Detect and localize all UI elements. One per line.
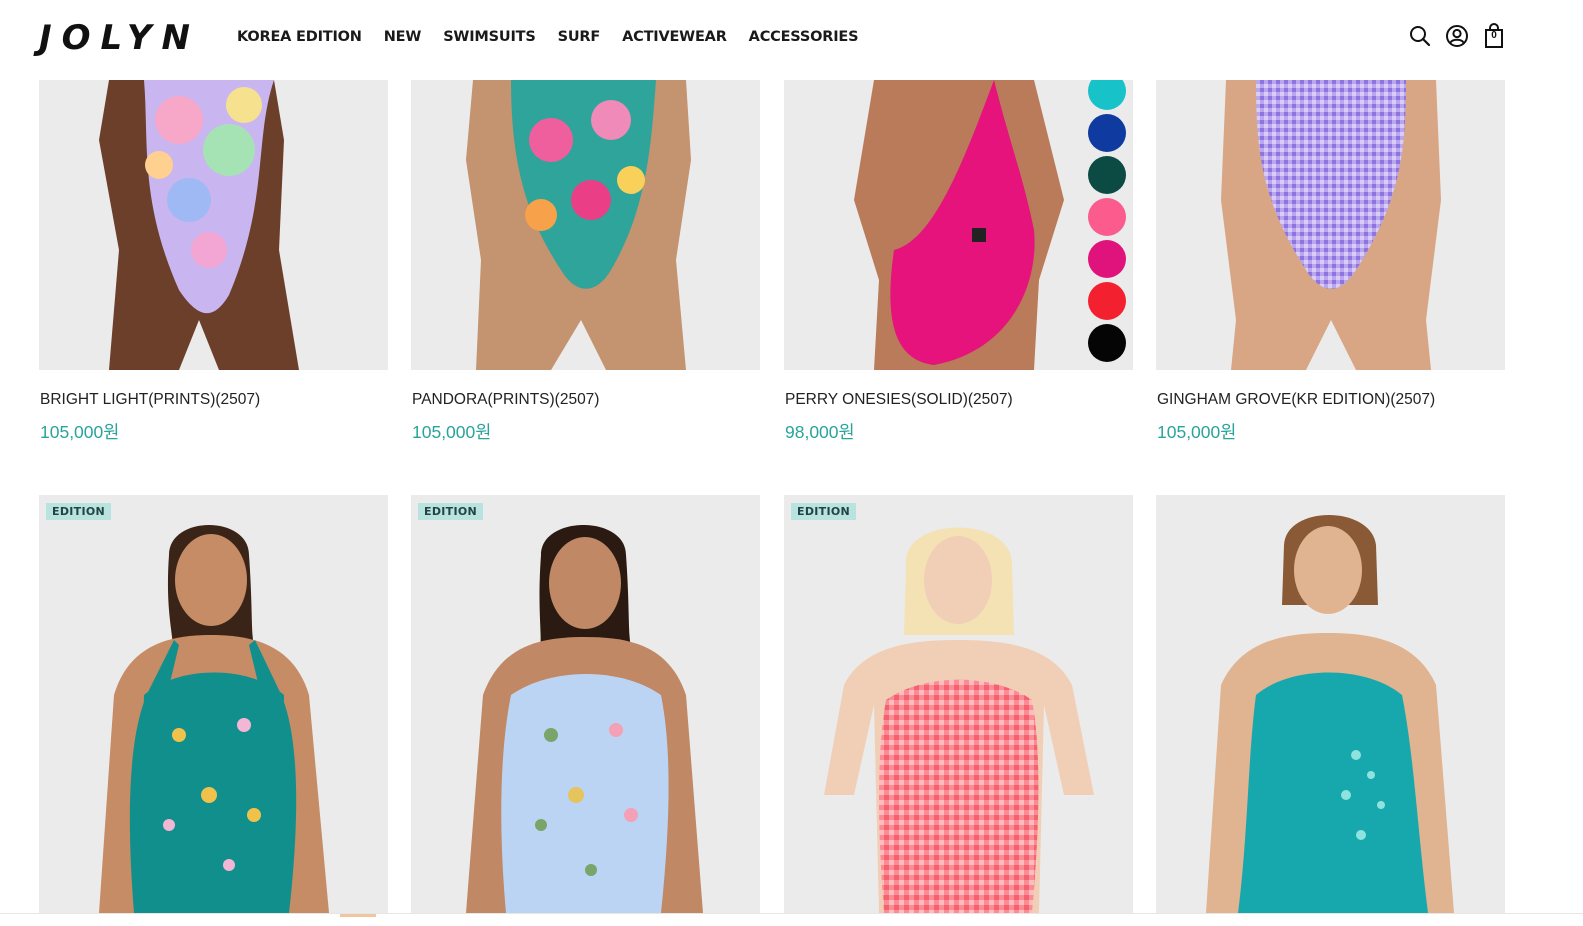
edition-badge: EDITION — [46, 503, 111, 520]
product-name[interactable]: GINGHAM GROVE(KR EDITION)(2507) — [1157, 391, 1435, 409]
main-nav: KOREA EDITION NEW SWIMSUITS SURF ACTIVEW… — [237, 26, 880, 48]
cart-count: 0 — [1491, 30, 1497, 41]
product-image[interactable]: EDITION — [39, 495, 388, 913]
product-name[interactable]: PERRY ONESIES(SOLID)(2507) — [785, 391, 1013, 409]
edition-badge: EDITION — [791, 503, 856, 520]
scrollbar-thumb[interactable] — [340, 914, 376, 917]
color-swatch-red[interactable] — [1088, 282, 1126, 320]
product-price: 105,000원 — [412, 422, 492, 442]
product-name[interactable]: PANDORA(PRINTS)(2507) — [412, 391, 599, 409]
color-swatches — [1088, 80, 1126, 362]
product-price: 98,000원 — [785, 422, 855, 442]
product-image[interactable] — [411, 80, 760, 370]
nav-item-korea-edition[interactable]: KOREA EDITION — [237, 26, 362, 48]
nav-item-surf[interactable]: SURF — [558, 26, 601, 48]
horizontal-scrollbar[interactable] — [0, 913, 1583, 926]
product-image[interactable] — [39, 80, 388, 370]
product-name[interactable]: BRIGHT LIGHT(PRINTS)(2507) — [40, 391, 260, 409]
product-price: 105,000원 — [1157, 422, 1237, 442]
nav-item-swimsuits[interactable]: SWIMSUITS — [443, 26, 536, 48]
color-swatch-magenta[interactable] — [1088, 240, 1126, 278]
product-image[interactable] — [784, 80, 1133, 370]
color-swatch-black[interactable] — [1088, 324, 1126, 362]
color-swatch-dark-green[interactable] — [1088, 156, 1126, 194]
nav-item-activewear[interactable]: ACTIVEWEAR — [622, 26, 727, 48]
product-image[interactable] — [1156, 495, 1505, 913]
product-image[interactable] — [1156, 80, 1505, 370]
nav-item-accessories[interactable]: ACCESSORIES — [749, 26, 859, 48]
color-swatch-teal[interactable] — [1088, 80, 1126, 110]
site-header: JOLYN KOREA EDITION NEW SWIMSUITS SURF A… — [0, 0, 1583, 80]
edition-badge: EDITION — [418, 503, 483, 520]
user-circle-icon[interactable] — [1445, 22, 1469, 50]
nav-item-new[interactable]: NEW — [384, 26, 422, 48]
shopping-bag-icon[interactable]: 0 — [1482, 22, 1506, 50]
brand-logo[interactable]: JOLYN — [39, 18, 200, 58]
product-price: 105,000원 — [40, 422, 120, 442]
header-icons: 0 — [1408, 22, 1506, 50]
color-swatch-blue[interactable] — [1088, 114, 1126, 152]
color-swatch-pink[interactable] — [1088, 198, 1126, 236]
product-image[interactable]: EDITION — [411, 495, 760, 913]
product-image[interactable]: EDITION — [784, 495, 1133, 913]
search-icon[interactable] — [1408, 22, 1432, 50]
